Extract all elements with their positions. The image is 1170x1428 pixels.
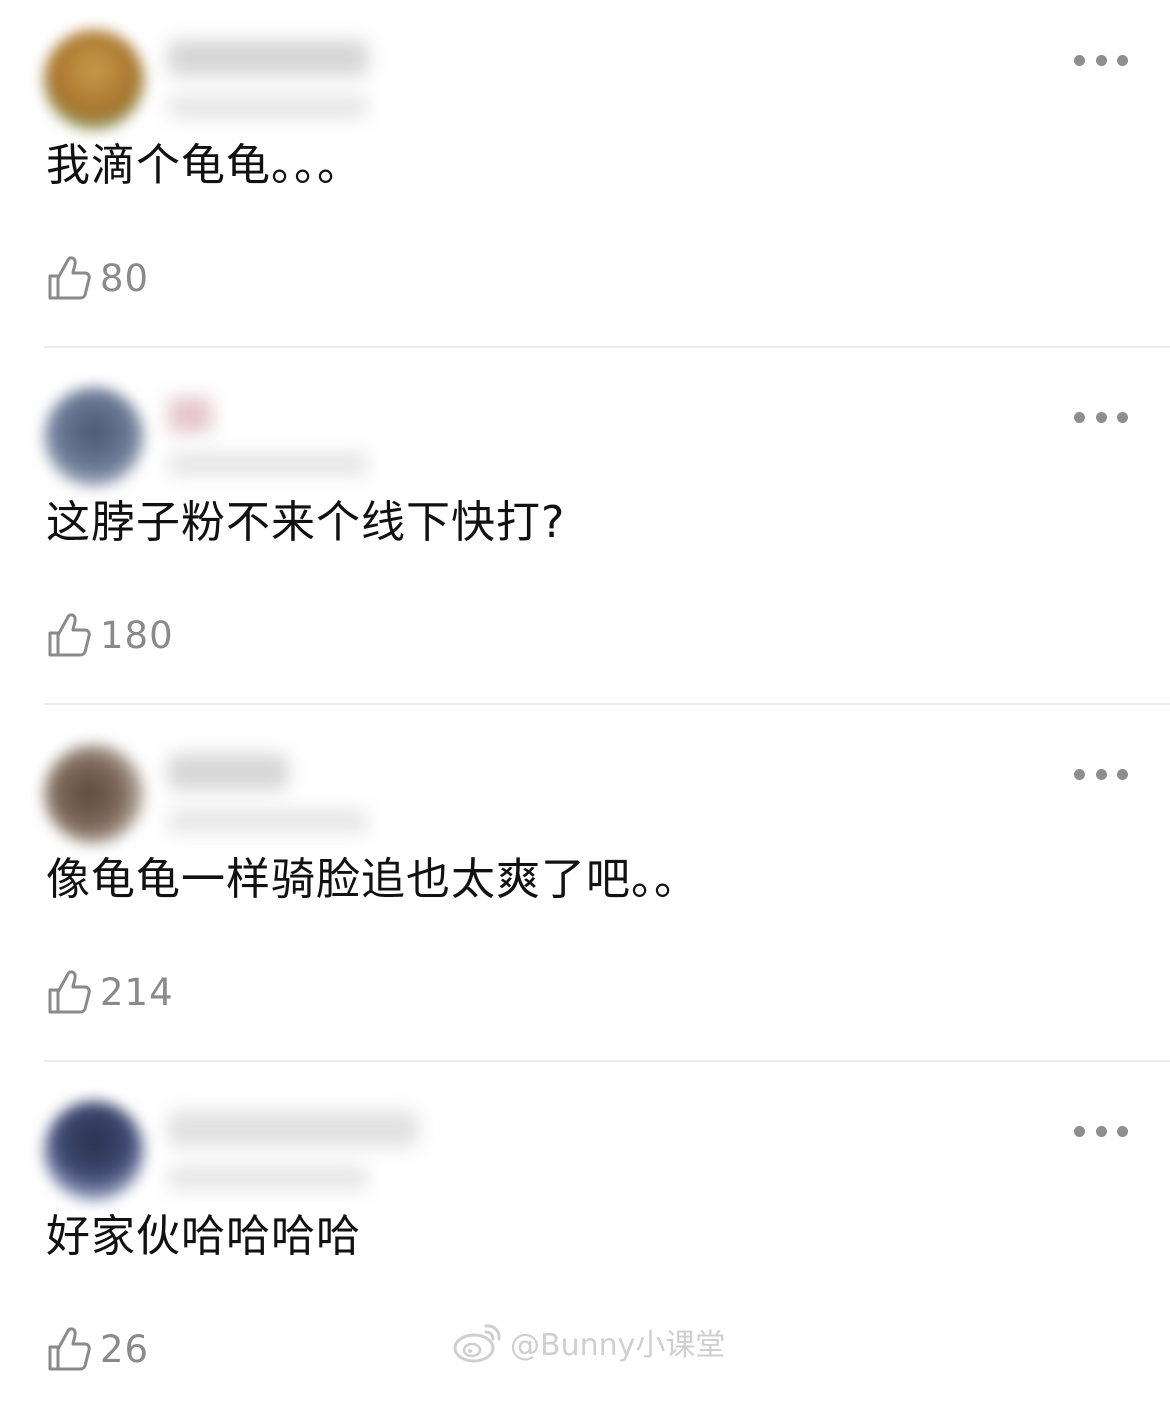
divider — [44, 703, 1170, 705]
dot-icon — [1095, 54, 1107, 66]
dot-icon — [1117, 54, 1128, 66]
username-blurred[interactable] — [168, 40, 368, 76]
username-blurred[interactable] — [168, 754, 288, 790]
watermark: @Bunny小课堂 — [452, 1320, 725, 1364]
avatar[interactable] — [44, 387, 144, 487]
username-blurred[interactable] — [168, 1111, 418, 1147]
avatar[interactable] — [44, 30, 144, 130]
dot-icon — [1074, 1125, 1085, 1137]
comment-meta-blurred — [168, 452, 368, 476]
comment-item: 我滴个龟龟。。。 80 — [0, 0, 1170, 357]
like-button[interactable]: 26 — [46, 1321, 149, 1377]
like-button[interactable]: 80 — [46, 250, 149, 306]
like-count: 180 — [100, 613, 174, 657]
watermark-text: @Bunny小课堂 — [510, 1328, 726, 1363]
thumb-up-icon — [48, 970, 91, 1014]
comment-meta-blurred — [168, 1166, 368, 1190]
comment-text: 这脖子粉不来个线下快打? — [46, 497, 566, 548]
like-count: 80 — [100, 256, 150, 300]
like-count: 214 — [100, 970, 174, 1014]
more-options-button[interactable] — [1074, 1121, 1128, 1141]
comment-item: 像龟龟一样骑脸追也太爽了吧。。 214 — [0, 714, 1170, 1071]
comment-meta-blurred — [168, 809, 368, 833]
avatar[interactable] — [44, 1101, 144, 1201]
like-button[interactable]: 214 — [46, 964, 174, 1020]
avatar[interactable] — [44, 744, 144, 844]
comment-meta-blurred — [168, 95, 368, 119]
divider — [44, 346, 1170, 348]
more-options-button[interactable] — [1074, 50, 1128, 70]
comment-text: 像龟龟一样骑脸追也太爽了吧。。 — [46, 854, 699, 905]
thumb-up-icon — [48, 256, 91, 300]
like-count: 26 — [100, 1327, 150, 1371]
like-button[interactable]: 180 — [46, 607, 174, 663]
comment-item: 这脖子粉不来个线下快打? 180 — [0, 357, 1170, 714]
comment-text: 我滴个龟龟。。。 — [46, 140, 362, 191]
dot-icon — [1095, 411, 1107, 423]
dot-icon — [1095, 1125, 1107, 1137]
comment-text: 好家伙哈哈哈哈 — [46, 1211, 361, 1262]
thumb-up-icon — [48, 1327, 91, 1371]
divider — [44, 1060, 1170, 1062]
dot-icon — [1074, 411, 1085, 423]
dot-icon — [1074, 768, 1085, 780]
more-options-button[interactable] — [1074, 764, 1128, 784]
comment-item: 好家伙哈哈哈哈 26 — [0, 1071, 1170, 1428]
dot-icon — [1117, 1125, 1128, 1137]
thumb-up-icon — [48, 613, 91, 657]
username-blurred[interactable] — [168, 397, 212, 433]
dot-icon — [1074, 54, 1085, 66]
more-options-button[interactable] — [1074, 407, 1128, 427]
dot-icon — [1117, 411, 1128, 423]
dot-icon — [1095, 768, 1107, 780]
dot-icon — [1117, 768, 1128, 780]
weibo-icon — [453, 1324, 501, 1363]
